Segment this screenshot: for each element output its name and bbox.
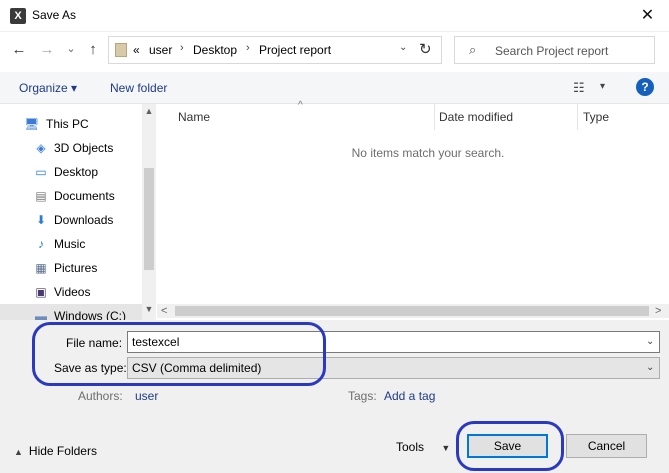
search-input[interactable]: Search Project report	[495, 44, 608, 58]
sidebar-item-label: 3D Objects	[54, 141, 114, 155]
file-list-hscrollbar[interactable]: < >	[157, 304, 669, 318]
sidebar-item-label: Desktop	[54, 165, 99, 179]
close-button[interactable]: ✕	[626, 0, 669, 32]
scrollbar-thumb[interactable]	[144, 168, 154, 270]
help-icon[interactable]: ?	[636, 78, 654, 96]
hide-folders-button[interactable]: ▲ Hide Folders	[14, 444, 97, 458]
window-title: Save As	[32, 8, 77, 22]
address-bar[interactable]: « user › Desktop › Project report ⌄ ↻	[108, 36, 442, 64]
collapse-up-icon: ▲	[14, 447, 23, 457]
download-icon: ⬇	[35, 213, 47, 227]
add-tag-link[interactable]: Add a tag	[384, 389, 435, 403]
column-header-type[interactable]: Type	[583, 110, 609, 124]
breadcrumb-chevron-icon[interactable]: ›	[180, 42, 184, 54]
tools-label: Tools	[396, 440, 425, 454]
sidebar-item-label: Music	[54, 237, 86, 251]
tools-dropdown-icon: ▼	[441, 443, 451, 453]
scroll-right-icon[interactable]: >	[655, 304, 661, 318]
authors-value[interactable]: user	[135, 389, 158, 403]
tags-label: Tags:	[348, 389, 377, 403]
forward-button[interactable]: →	[36, 39, 58, 61]
sidebar-item-pictures[interactable]: ▦ Pictures	[0, 256, 142, 280]
sidebar-item-videos[interactable]: ▣ Videos	[0, 280, 142, 304]
up-button[interactable]: ↑	[82, 39, 104, 61]
column-divider[interactable]	[577, 104, 578, 130]
sidebar-item-this-pc[interactable]: 🖥 This PC	[0, 112, 142, 136]
document-icon: ▤	[35, 189, 47, 203]
cube-icon: ◈	[36, 141, 46, 155]
empty-folder-message: No items match your search.	[351, 146, 505, 160]
scroll-down-icon[interactable]: ▼	[142, 304, 156, 314]
save-button[interactable]: Save	[467, 434, 548, 458]
tools-button[interactable]: Tools ▼	[396, 440, 450, 454]
column-header-name[interactable]: Name	[178, 110, 210, 124]
back-button[interactable]: ←	[8, 39, 30, 61]
computer-icon: 🖥	[24, 117, 40, 131]
scroll-left-icon[interactable]: <	[161, 304, 167, 318]
scrollbar-thumb[interactable]	[175, 306, 649, 316]
search-box[interactable]: ⌕ Search Project report	[454, 36, 655, 64]
file-name-dropdown-icon[interactable]: ⌄	[646, 336, 654, 347]
new-folder-button[interactable]: New folder	[110, 81, 167, 95]
address-overflow[interactable]: «	[133, 43, 140, 57]
excel-app-icon: X	[10, 8, 26, 24]
sidebar-item-windows-c[interactable]: ▬ Windows (C:)	[0, 304, 142, 320]
cancel-button[interactable]: Cancel	[566, 434, 647, 458]
column-header-date-modified[interactable]: Date modified	[439, 110, 513, 124]
scroll-up-icon[interactable]: ▲	[142, 106, 156, 116]
sidebar-item-3d-objects[interactable]: ◈ 3D Objects	[0, 136, 142, 160]
sidebar-item-music[interactable]: ♪ Music	[0, 232, 142, 256]
folder-icon	[115, 43, 127, 57]
breadcrumb-chevron-icon[interactable]: ›	[246, 42, 250, 54]
sidebar-item-downloads[interactable]: ⬇ Downloads	[0, 208, 142, 232]
pictures-icon: ▦	[35, 261, 47, 275]
music-icon: ♪	[38, 237, 44, 251]
breadcrumb-project-report[interactable]: Project report	[259, 43, 331, 57]
refresh-icon[interactable]: ↻	[419, 40, 432, 58]
file-list[interactable]: ^ Name Date modified Type No items match…	[157, 100, 669, 304]
authors-label: Authors:	[78, 389, 123, 403]
address-dropdown-icon[interactable]: ⌄	[399, 42, 407, 53]
desktop-icon: ▭	[35, 165, 47, 179]
sidebar-item-documents[interactable]: ▤ Documents	[0, 184, 142, 208]
search-icon: ⌕	[469, 42, 477, 57]
sidebar-item-label: Downloads	[54, 213, 114, 227]
breadcrumb-desktop[interactable]: Desktop	[193, 43, 237, 57]
sidebar-item-desktop[interactable]: ▭ Desktop	[0, 160, 142, 184]
save-as-type-dropdown-icon[interactable]: ⌄	[646, 362, 654, 373]
recent-locations-button[interactable]: ⌄	[60, 38, 82, 60]
organize-button[interactable]: Organize ▾	[19, 81, 77, 95]
sidebar-scrollbar[interactable]: ▲ ▼	[142, 104, 156, 320]
sidebar-item-label: Pictures	[54, 261, 98, 275]
column-divider[interactable]	[434, 104, 435, 130]
view-dropdown-icon[interactable]: ▾	[600, 81, 605, 92]
view-options-icon[interactable]: ☷	[573, 80, 585, 96]
command-bar: Organize ▾ New folder ☷ ▾	[0, 72, 669, 104]
sidebar-item-label: Windows (C:)	[54, 309, 127, 320]
breadcrumb-user[interactable]: user	[149, 43, 172, 57]
sidebar-item-label: Videos	[54, 285, 91, 299]
drive-icon: ▬	[35, 309, 47, 320]
sidebar-item-label: Documents	[54, 189, 115, 203]
highlight-annotation	[32, 322, 326, 386]
video-icon: ▣	[35, 285, 47, 299]
hide-folders-label: Hide Folders	[28, 444, 97, 458]
title-bar: X Save As ✕	[0, 0, 669, 32]
sidebar-item-label: This PC	[46, 117, 89, 131]
navigation-pane: 🖥 This PC ◈ 3D Objects ▭ Desktop ▤ Docum…	[0, 104, 156, 320]
sort-indicator-icon: ^	[298, 100, 303, 111]
